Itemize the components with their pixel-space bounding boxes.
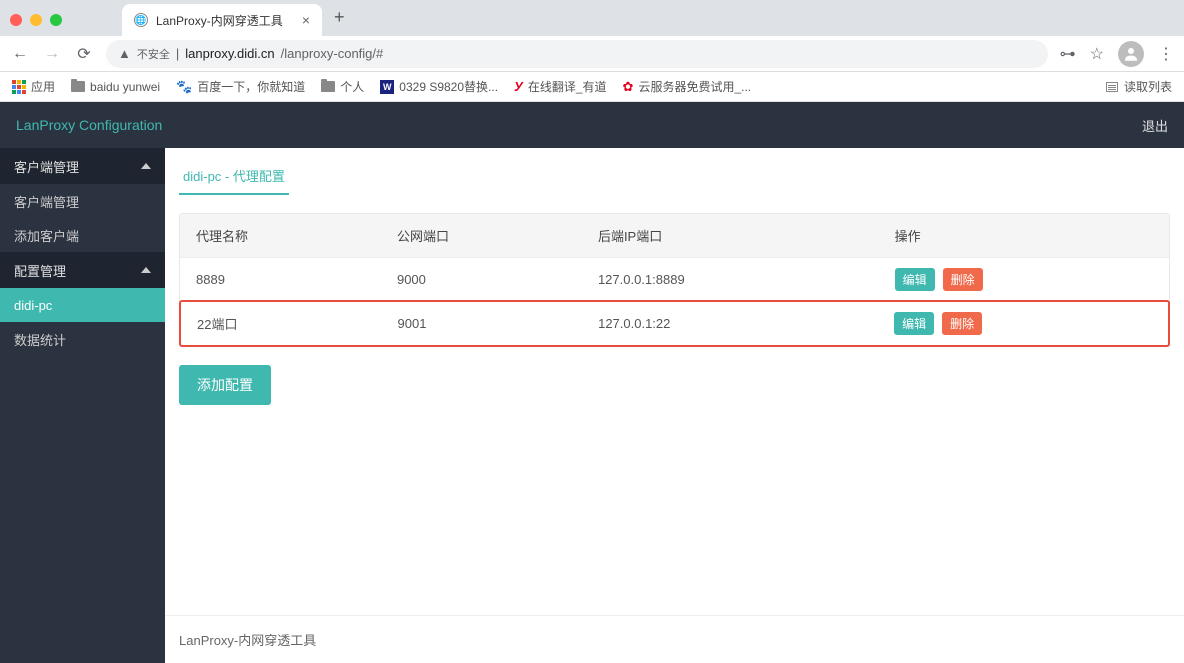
forward-button[interactable]: → [42,45,62,63]
reload-button[interactable]: ⟳ [74,44,94,64]
close-window-button[interactable] [10,14,22,26]
list-icon [1106,82,1118,92]
bookmark-item[interactable]: 🐾百度一下，你就知道 [176,78,305,95]
apps-grid-icon [12,80,26,94]
menu-icon[interactable]: ⋮ [1158,44,1174,64]
bookmark-item[interactable]: W0329 S9820替换... [380,78,498,95]
cell-port: 9000 [397,272,598,287]
col-name: 代理名称 [196,226,397,245]
footer: LanProxy-内网穿透工具 [165,615,1184,663]
browser-tab-strip: 🌐 LanProxy-内网穿透工具 × + [0,0,1184,36]
delete-button[interactable]: 删除 [942,312,982,335]
sidebar-item-client-manage[interactable]: 客户端管理 [0,184,165,218]
bookmark-item[interactable]: У在线翻译_有道 [514,78,607,95]
app-header: LanProxy Configuration 退出 [0,102,1184,148]
reading-list[interactable]: 读取列表 [1106,78,1172,95]
table-row: 22端口 9001 127.0.0.1:22 编辑 删除 [179,300,1170,347]
bookmark-item[interactable]: baidu yunwei [71,80,160,94]
key-icon[interactable]: ⊶ [1060,44,1076,64]
url-path: /lanproxy-config/# [281,46,384,61]
cell-name: 22端口 [197,314,398,333]
browser-toolbar: ← → ⟳ ▲ 不安全 | lanproxy.didi.cn/lanproxy-… [0,36,1184,72]
page-tab[interactable]: didi-pc - 代理配置 [179,158,289,195]
w-icon: W [380,80,394,94]
app-title: LanProxy Configuration [16,117,162,133]
insecure-label: 不安全 [137,46,170,62]
col-backend: 后端IP端口 [598,226,895,245]
cell-backend: 127.0.0.1:22 [598,316,894,331]
apps-label: 应用 [31,78,55,95]
huawei-icon: ✿ [623,79,634,95]
new-tab-button[interactable]: + [334,7,345,28]
globe-icon: 🌐 [134,13,148,27]
sidebar-section-config[interactable]: 配置管理 [0,252,165,288]
folder-icon [321,81,335,92]
bookmarks-bar: 应用 baidu yunwei 🐾百度一下，你就知道 个人 W0329 S982… [0,72,1184,102]
table-row: 8889 9000 127.0.0.1:8889 编辑 删除 [180,257,1169,301]
cell-port: 9001 [398,316,599,331]
bookmark-item[interactable]: 个人 [321,78,364,95]
folder-icon [71,81,85,92]
profile-avatar[interactable] [1118,41,1144,67]
cell-backend: 127.0.0.1:8889 [598,272,895,287]
col-port: 公网端口 [397,226,598,245]
col-actions: 操作 [895,226,1153,245]
bookmark-item[interactable]: ✿云服务器免费试用_... [623,78,752,95]
delete-button[interactable]: 删除 [943,268,983,291]
paw-icon: 🐾 [176,79,192,95]
back-button[interactable]: ← [10,45,30,63]
warning-icon: ▲ [118,46,131,61]
maximize-window-button[interactable] [50,14,62,26]
table-header: 代理名称 公网端口 后端IP端口 操作 [180,214,1169,257]
logout-link[interactable]: 退出 [1142,116,1168,135]
sidebar-section-client[interactable]: 客户端管理 [0,148,165,184]
url-host: lanproxy.didi.cn [185,46,274,61]
add-config-button[interactable]: 添加配置 [179,365,271,405]
browser-tab[interactable]: 🌐 LanProxy-内网穿透工具 × [122,4,322,36]
proxy-table: 代理名称 公网端口 后端IP端口 操作 8889 9000 127.0.0.1:… [179,213,1170,347]
apps-shortcut[interactable]: 应用 [12,78,55,95]
sidebar-item-client-add[interactable]: 添加客户端 [0,218,165,252]
main-content: didi-pc - 代理配置 代理名称 公网端口 后端IP端口 操作 8889 … [165,148,1184,663]
minimize-window-button[interactable] [30,14,42,26]
chevron-up-icon [141,267,151,273]
edit-button[interactable]: 编辑 [895,268,935,291]
edit-button[interactable]: 编辑 [894,312,934,335]
tab-title: LanProxy-内网穿透工具 [156,12,283,29]
cell-name: 8889 [196,272,397,287]
youdao-icon: У [514,79,523,94]
close-tab-icon[interactable]: × [302,12,310,28]
sidebar-item-stats[interactable]: 数据统计 [0,322,165,356]
window-controls [10,14,62,26]
chevron-up-icon [141,163,151,169]
address-bar[interactable]: ▲ 不安全 | lanproxy.didi.cn/lanproxy-config… [106,40,1048,68]
sidebar: 客户端管理 客户端管理 添加客户端 配置管理 didi-pc 数据统计 [0,148,165,663]
bookmark-star-icon[interactable]: ☆ [1090,44,1104,64]
sidebar-item-didi-pc[interactable]: didi-pc [0,288,165,322]
